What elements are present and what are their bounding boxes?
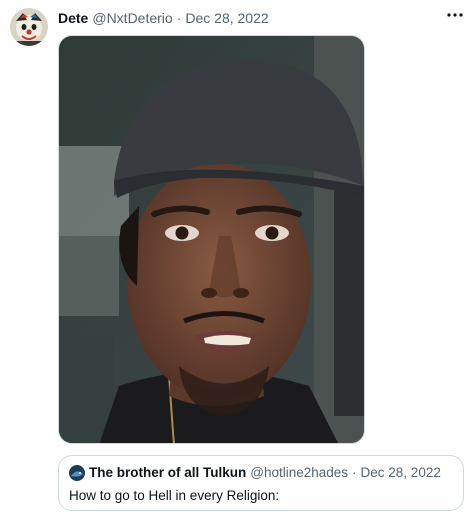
quoted-tweet-date[interactable]: Dec 28, 2022 (361, 464, 441, 481)
separator-dot: · (352, 465, 357, 480)
quoted-tweet-header: The brother of all Tulkun @hotline2hades… (69, 464, 453, 481)
quoted-author-handle[interactable]: @hotline2hades (250, 464, 348, 481)
quoted-tweet[interactable]: The brother of all Tulkun @hotline2hades… (58, 455, 464, 511)
tweet: Dete @NxtDeterio · Dec 28, 2022 The brot… (0, 0, 474, 519)
tweet-header: Dete @NxtDeterio · Dec 28, 2022 (58, 8, 269, 28)
more-options-button[interactable] (446, 6, 464, 24)
separator-dot: · (176, 10, 182, 26)
tulkun-avatar-icon (69, 464, 85, 481)
quoted-author-avatar[interactable] (69, 464, 85, 481)
tweet-date[interactable]: Dec 28, 2022 (185, 9, 268, 27)
clown-avatar-icon (10, 8, 48, 46)
quoted-author-name[interactable]: The brother of all Tulkun (89, 464, 246, 481)
more-horizontal-icon (447, 13, 463, 17)
quoted-tweet-text: How to go to Hell in every Religion: (69, 488, 280, 503)
tweet-media[interactable] (58, 35, 365, 444)
author-avatar[interactable] (10, 8, 48, 46)
author-name[interactable]: Dete (58, 9, 88, 27)
author-handle[interactable]: @NxtDeterio (92, 9, 172, 27)
video-thumbnail-image (59, 36, 364, 443)
